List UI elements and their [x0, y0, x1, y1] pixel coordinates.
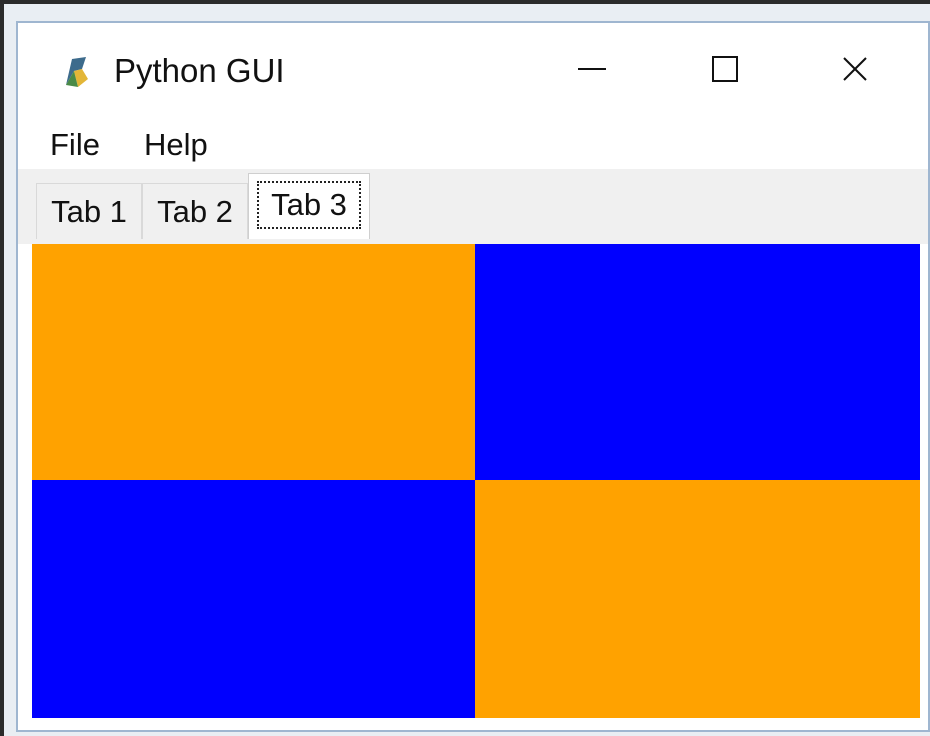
close-icon: [843, 57, 867, 81]
tab-3-label: Tab 3: [257, 181, 361, 229]
title-bar[interactable]: Python GUI: [18, 23, 928, 119]
grid-cell-top-right: [475, 244, 920, 480]
python-feather-icon: [62, 55, 94, 89]
menu-bar: File Help: [18, 119, 928, 169]
tab-2[interactable]: Tab 2: [142, 183, 248, 239]
minimize-button[interactable]: [547, 39, 637, 99]
window-title: Python GUI: [114, 52, 285, 89]
close-button[interactable]: [810, 39, 900, 99]
tab-3[interactable]: Tab 3: [248, 173, 370, 239]
grid-cell-top-left: [32, 244, 475, 480]
maximize-button[interactable]: [680, 39, 770, 99]
tab-strip: Tab 1 Tab 2 Tab 3: [18, 169, 928, 244]
menu-file[interactable]: File: [50, 125, 100, 165]
maximize-icon: [712, 56, 738, 82]
menu-help[interactable]: Help: [144, 125, 208, 165]
desktop-background: Python GUI File Help Tab 1 Tab 2 Tab 3: [4, 4, 930, 736]
grid-cell-bottom-left: [32, 480, 475, 718]
tab-1[interactable]: Tab 1: [36, 183, 142, 239]
grid-cell-bottom-right: [475, 480, 920, 718]
color-grid-canvas: [32, 244, 920, 718]
app-window: Python GUI File Help Tab 1 Tab 2 Tab 3: [16, 21, 930, 732]
minimize-icon: [578, 68, 606, 70]
screenshot-frame: Python GUI File Help Tab 1 Tab 2 Tab 3: [0, 0, 930, 736]
